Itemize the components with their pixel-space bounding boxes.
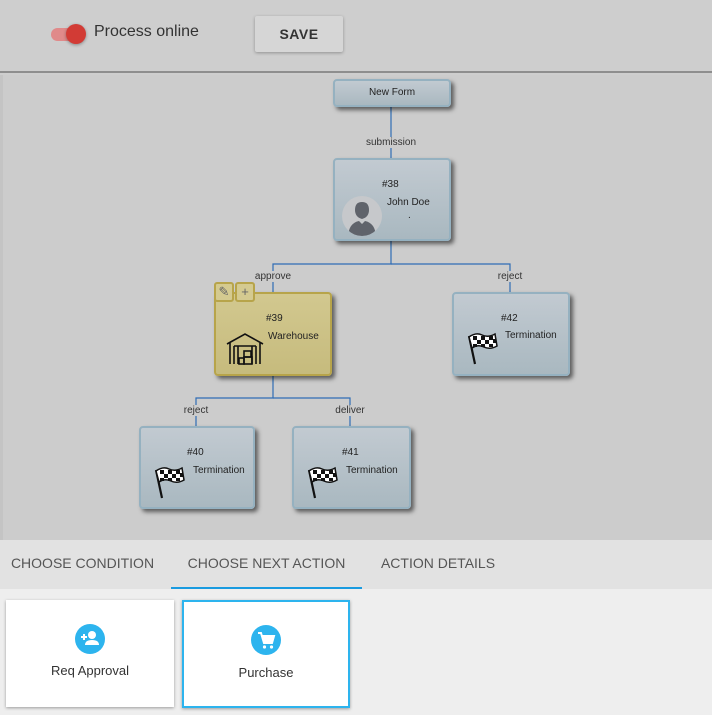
- node-id: #40: [187, 447, 204, 458]
- node-title: New Form: [368, 87, 416, 98]
- action-card-req-approval[interactable]: Req Approval: [6, 600, 174, 707]
- shopping-cart-icon: [251, 625, 281, 655]
- node-id: #38: [382, 179, 399, 190]
- checkered-flag-icon: [467, 332, 498, 365]
- toolbar: Process online SAVE: [0, 0, 712, 73]
- person-add-icon: [75, 624, 105, 654]
- edge-label-deliver: deliver: [333, 405, 367, 416]
- node-id: #41: [342, 447, 359, 458]
- node-sublabel: .: [408, 210, 411, 221]
- node-40[interactable]: #40 Termination: [139, 426, 255, 509]
- add-node-button[interactable]: +: [235, 282, 255, 302]
- node-label: Termination: [346, 465, 398, 476]
- node-id: #42: [501, 313, 518, 324]
- process-online-toggle[interactable]: [51, 24, 87, 44]
- node-41[interactable]: #41 Termination: [292, 426, 411, 509]
- node-39[interactable]: #39 Warehouse: [214, 292, 332, 376]
- node-id: #39: [266, 313, 283, 324]
- toggle-thumb: [66, 24, 86, 44]
- node-42[interactable]: #42 Termination: [452, 292, 570, 376]
- action-card-purchase[interactable]: Purchase: [182, 600, 350, 708]
- action-card-label: Purchase: [238, 665, 294, 680]
- node-38[interactable]: #38 John Doe .: [333, 158, 451, 241]
- node-label: Termination: [193, 465, 245, 476]
- edge-label-submission: submission: [363, 137, 419, 148]
- tab-action-details[interactable]: ACTION DETAILS: [370, 540, 506, 589]
- checkered-flag-icon: [307, 466, 338, 499]
- node-label: Warehouse: [268, 331, 319, 342]
- pencil-icon: ✎: [218, 284, 230, 299]
- tab-bar: CHOOSE CONDITION CHOOSE NEXT ACTION ACTI…: [0, 540, 712, 589]
- edge-label-reject: reject: [495, 271, 525, 282]
- save-button[interactable]: SAVE: [255, 16, 343, 52]
- edge-label-reject: reject: [181, 405, 211, 416]
- action-card-label: Req Approval: [50, 663, 130, 678]
- checkered-flag-icon: [154, 466, 185, 499]
- tab-choose-condition[interactable]: CHOOSE CONDITION: [0, 540, 165, 589]
- action-panel: Req Approval Purchase: [0, 589, 712, 715]
- edge-label-approve: approve: [252, 271, 294, 282]
- plus-icon: +: [241, 284, 249, 299]
- node-label: John Doe: [387, 197, 430, 208]
- user-avatar-icon: [342, 196, 382, 236]
- node-start[interactable]: New Form: [333, 79, 451, 107]
- process-online-label: Process online: [94, 23, 199, 40]
- edit-node-button[interactable]: ✎: [214, 282, 234, 302]
- warehouse-icon: [226, 333, 264, 365]
- tab-choose-next-action[interactable]: CHOOSE NEXT ACTION: [171, 540, 362, 589]
- node-label: Termination: [505, 330, 557, 341]
